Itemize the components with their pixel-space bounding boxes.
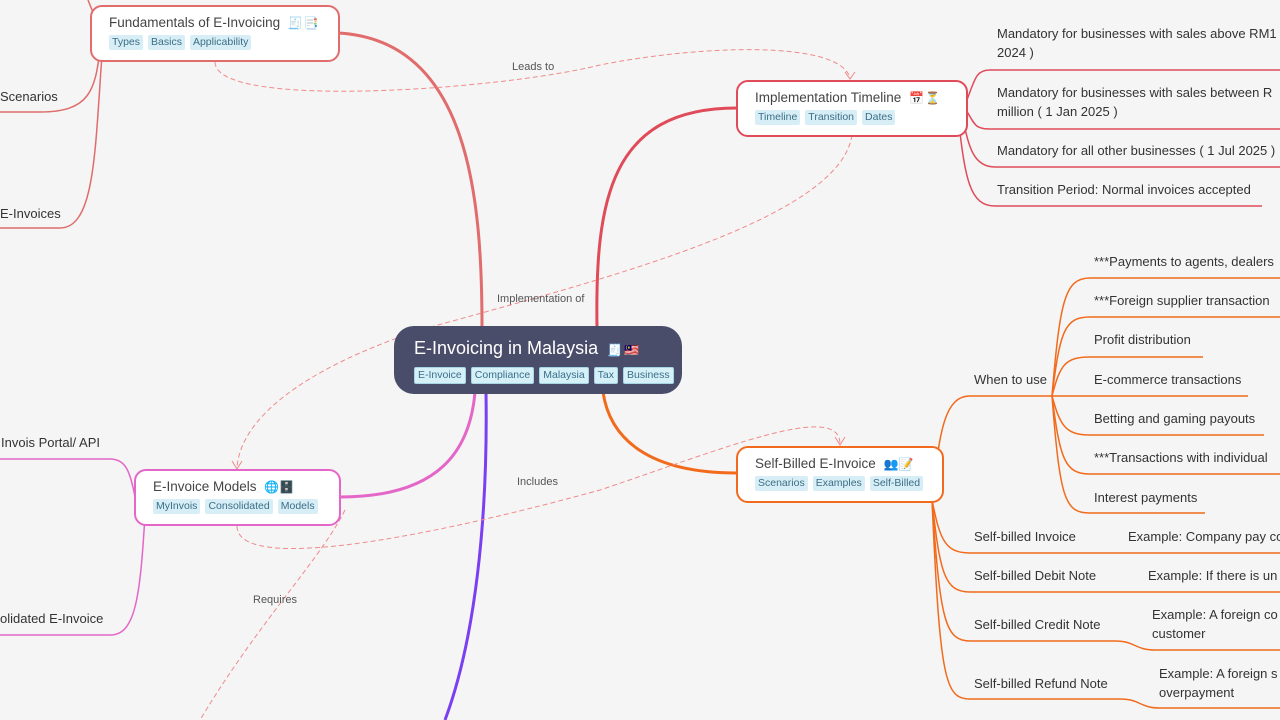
subtopic-self-billed-refund-note[interactable]: Self-billed Refund Note — [974, 674, 1108, 693]
receipt-icon: 🧾 — [607, 343, 623, 357]
tag[interactable]: Compliance — [470, 367, 535, 384]
tag[interactable]: Business — [623, 367, 674, 384]
root-tags: E-Invoice Compliance Malaysia Tax Busine… — [414, 367, 674, 384]
tag[interactable]: Timeline — [755, 110, 801, 125]
hourglass-icon: ⏳ — [925, 91, 940, 105]
topic-fundamentals[interactable]: Fundamentals of E-Invoicing 🧾📑 Types Bas… — [90, 5, 340, 62]
subtopic-timeline-1[interactable]: Mandatory for businesses with sales abov… — [997, 24, 1277, 62]
subtopic-timeline-3[interactable]: Mandatory for all other businesses ( 1 J… — [997, 141, 1275, 160]
when-to-use-item[interactable]: E-commerce transactions — [1094, 370, 1241, 389]
calendar-icon: 📅 — [909, 91, 925, 105]
subtopic-self-billed-invoice[interactable]: Self-billed Invoice — [974, 527, 1076, 546]
subtopic-consolidated-e-invoice[interactable]: olidated E-Invoice — [0, 609, 103, 628]
when-to-use-item[interactable]: Betting and gaming payouts — [1094, 409, 1255, 428]
subtopic-self-billed-credit-note[interactable]: Self-billed Credit Note — [974, 615, 1100, 634]
when-to-use-item[interactable]: Interest payments — [1094, 488, 1197, 507]
subtopic-e-invoices[interactable]: E-Invoices — [0, 204, 61, 223]
example-self-billed-debit-note[interactable]: Example: If there is un — [1148, 566, 1277, 585]
tag[interactable]: Models — [277, 499, 318, 514]
when-to-use-item[interactable]: ***Payments to agents, dealers — [1094, 252, 1274, 271]
receipt-icon: 🧾 — [287, 16, 303, 30]
tag[interactable]: Types — [109, 35, 144, 50]
tag[interactable]: Scenarios — [755, 476, 808, 491]
tag[interactable]: E-Invoice — [414, 367, 466, 384]
subtopic-myinvois-portal-api[interactable]: Invois Portal/ API — [1, 433, 100, 452]
example-self-billed-credit-note[interactable]: Example: A foreign co customer — [1152, 605, 1278, 643]
tag[interactable]: Consolidated — [205, 499, 273, 514]
subtopic-when-to-use[interactable]: When to use — [974, 370, 1047, 389]
tag[interactable]: Basics — [148, 35, 185, 50]
subtopic-timeline-2[interactable]: Mandatory for businesses with sales betw… — [997, 83, 1272, 121]
relation-label-includes: Includes — [517, 476, 558, 488]
link-root-bottom — [443, 391, 488, 720]
root-topic[interactable]: E-Invoicing in Malaysia 🧾 🇲🇾 E-Invoice Co… — [394, 326, 682, 394]
tag[interactable]: Malaysia — [539, 367, 589, 384]
when-to-use-item[interactable]: ***Foreign supplier transaction — [1094, 291, 1270, 310]
tag[interactable]: Dates — [862, 110, 896, 125]
relation-label-implementation-of: Implementation of — [497, 293, 585, 305]
malaysia-flag-icon: 🇲🇾 — [624, 343, 639, 357]
topic-title: Fundamentals of E-Invoicing — [109, 15, 281, 30]
subtopic-scenarios[interactable]: Scenarios — [0, 87, 58, 106]
example-self-billed-refund-note[interactable]: Example: A foreign s overpayment — [1159, 664, 1278, 702]
topic-self-billed[interactable]: Self-Billed E-Invoice 👥📝 Scenarios Examp… — [736, 446, 944, 503]
globe-icon: 🌐 — [264, 480, 280, 494]
bookmark-tabs-icon: 📑 — [303, 16, 319, 30]
people-icon: 👥 — [883, 457, 899, 471]
memo-icon: 📝 — [898, 457, 914, 471]
root-title: E-Invoicing in Malaysia — [414, 338, 599, 358]
link-root-fundamentals — [337, 31, 484, 329]
example-self-billed-invoice[interactable]: Example: Company pay co — [1128, 527, 1280, 546]
topic-title: E-Invoice Models — [153, 479, 257, 494]
topic-implementation-timeline[interactable]: Implementation Timeline 📅⏳ Timeline Tran… — [736, 80, 968, 137]
link-root-models — [339, 391, 477, 499]
link-root-timeline — [595, 106, 738, 329]
topic-title: Implementation Timeline — [755, 90, 902, 105]
relation-label-requires: Requires — [253, 594, 298, 606]
link-root-selfbilled — [601, 391, 738, 475]
relation-requires — [199, 509, 346, 720]
root-title-row: E-Invoicing in Malaysia 🧾 🇲🇾 — [414, 335, 662, 363]
when-to-use-item[interactable]: Profit distribution — [1094, 330, 1191, 349]
tag[interactable]: Applicability — [189, 35, 252, 50]
topic-title: Self-Billed E-Invoice — [755, 456, 876, 471]
tag[interactable]: Tax — [593, 367, 619, 384]
relation-label-leads-to: Leads to — [512, 61, 555, 73]
subtopic-self-billed-debit-note[interactable]: Self-billed Debit Note — [974, 566, 1096, 585]
subtopic-timeline-4[interactable]: Transition Period: Normal invoices accep… — [997, 180, 1251, 199]
tag[interactable]: Self-Billed — [869, 476, 924, 491]
when-to-use-item[interactable]: ***Transactions with individual — [1094, 448, 1268, 467]
topic-e-invoice-models[interactable]: E-Invoice Models 🌐🗄️ MyInvois Consolidat… — [134, 469, 341, 526]
tag[interactable]: Transition — [805, 110, 858, 125]
tag[interactable]: Examples — [812, 476, 865, 491]
file-cabinet-icon: 🗄️ — [279, 480, 295, 494]
tag[interactable]: MyInvois — [153, 499, 201, 514]
